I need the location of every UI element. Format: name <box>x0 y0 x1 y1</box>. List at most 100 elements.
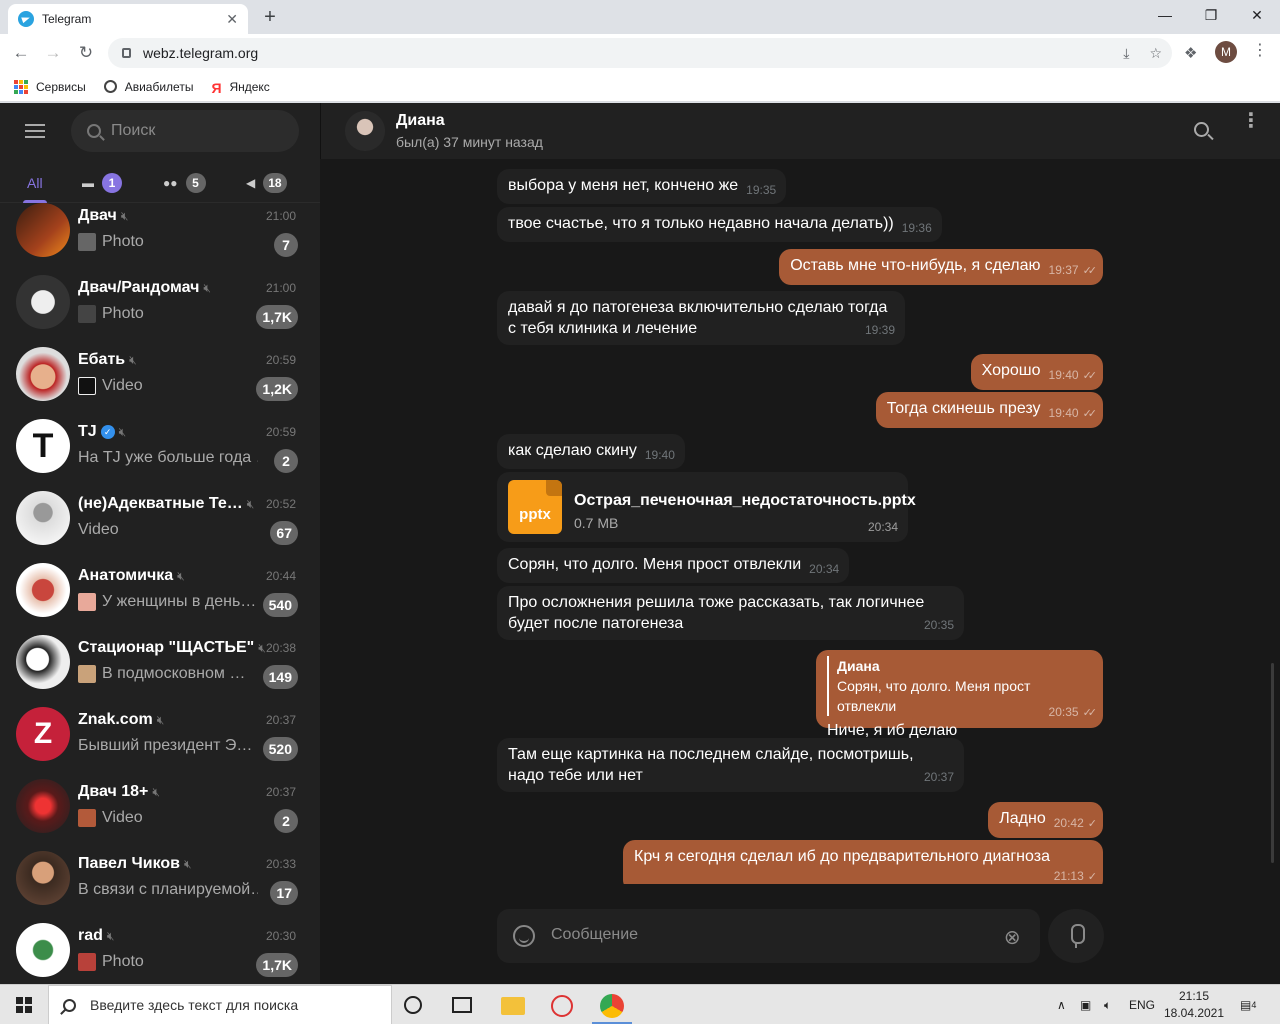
browser-tab[interactable]: Telegram ✕ <box>8 4 248 34</box>
reply-author: Диана <box>837 658 880 674</box>
chat-list-item[interactable]: T TJ ✓ 🔇︎ 20:59 На TJ уже больше года … 2 <box>0 409 320 481</box>
file-message[interactable]: pptx Острая_печеночная_недостаточность.p… <box>497 472 916 542</box>
message-incoming[interactable]: выбора у меня нет, кончено же 19:35 <box>497 169 787 204</box>
message-outgoing[interactable]: Оставь мне что-нибудь, я сделаю 19:37 ✓✓ <box>779 249 1103 285</box>
double-check-icon: ✓✓ <box>1082 370 1098 382</box>
message-outgoing[interactable]: Хорошо 19:40 ✓✓ <box>970 354 1103 390</box>
message-time: 21:13 <box>1053 869 1084 883</box>
chat-list-item[interactable]: Z Znak.com 🔇︎ 20:37 Бывший президент Э… 5… <box>0 697 320 769</box>
menu-hamburger-icon[interactable] <box>25 124 45 138</box>
new-tab-button[interactable]: + <box>258 6 282 30</box>
chat-list-item[interactable]: Анатомичка 🔇︎ 20:44 У женщины в день… 540 <box>0 553 320 625</box>
search-input[interactable]: Поиск <box>71 110 299 152</box>
avatar <box>16 923 70 977</box>
show-hidden-icons[interactable]: ∧ <box>1057 985 1066 1024</box>
chat-preview: У женщины в день… <box>78 593 258 611</box>
browser-menu-icon[interactable]: ⋮ <box>1252 40 1268 60</box>
attach-paperclip-icon[interactable]: ⊕ <box>998 923 1028 953</box>
message-outgoing[interactable]: Тогда скинешь презу 19:40 ✓✓ <box>875 392 1103 428</box>
back-button[interactable]: ← <box>8 40 34 66</box>
chat-time: 20:59 <box>265 353 296 367</box>
reload-button[interactable]: ↻ <box>73 40 99 66</box>
more-options-icon[interactable]: ⋮ <box>1241 111 1261 131</box>
message-input[interactable]: Сообщение <box>551 926 638 944</box>
message-incoming[interactable]: Там еще картинка на последнем слайде, по… <box>497 738 964 792</box>
forward-button[interactable]: → <box>40 40 66 66</box>
message-outgoing[interactable]: Ладно 20:42 ✓ <box>988 802 1103 838</box>
tab-personal[interactable]: ▬ 1 <box>82 163 122 203</box>
message-incoming[interactable]: как сделаю скину 19:40 <box>497 434 685 469</box>
close-window-button[interactable]: ✕ <box>1234 0 1280 30</box>
windows-start-icon[interactable] <box>16 997 32 1013</box>
tab-close-button[interactable]: ✕ <box>226 11 238 28</box>
chat-preview: Photo <box>78 953 258 971</box>
avatar[interactable] <box>345 111 385 151</box>
install-app-icon[interactable]: ⤓ <box>1123 45 1129 62</box>
chat-title: Анатомичка 🔇︎ <box>78 567 185 585</box>
message-incoming[interactable]: Сорян, что долго. Меня прост отвлекли 20:… <box>497 548 850 583</box>
chat-list-item[interactable]: Ебать 🔇︎ 20:59 Video 1,2K <box>0 337 320 409</box>
unread-badge: 520 <box>262 737 298 761</box>
chat-name: TJ <box>78 423 97 440</box>
muted-icon: 🔇︎ <box>258 641 266 655</box>
message-incoming[interactable]: твое счастье, что я только недавно начал… <box>497 207 942 242</box>
double-check-icon: ✓✓ <box>1082 265 1098 277</box>
tab-all[interactable]: All <box>23 163 47 203</box>
chat-list-item[interactable]: Павел Чиков 🔇︎ 20:33 В связи с планируемо… <box>0 841 320 913</box>
url-text: webz.telegram.org <box>143 45 259 61</box>
muted-icon: 🔇︎ <box>129 353 137 367</box>
chat-name: Двач/Рандомач <box>78 279 200 296</box>
chat-list-item[interactable]: rad 🔇︎ 20:30 Photo 1,7K <box>0 913 320 984</box>
message-incoming[interactable]: Про осложнения решила тоже рассказать, т… <box>497 586 964 640</box>
taskbar-clock[interactable]: 21:15 18.04.2021 <box>1162 988 1226 1022</box>
muted-icon: 🔇︎ <box>106 929 115 943</box>
chat-list-item[interactable]: Двач 18+ 🔇︎ 20:37 Video 2 <box>0 769 320 841</box>
media-thumbnail <box>78 665 96 683</box>
extensions-puzzle-icon[interactable]: ❖ <box>1184 44 1197 62</box>
chat-list-item[interactable]: (не)Адекватные Те… 🔇︎ 20:52 Video 67 <box>0 481 320 553</box>
file-size: 0.7 MB <box>574 515 619 531</box>
bookmark-flights[interactable]: Авиабилеты <box>103 80 193 94</box>
emoji-icon[interactable] <box>513 925 535 947</box>
task-view-icon[interactable] <box>452 997 472 1013</box>
tab-channels[interactable]: ◀ 18 <box>246 163 287 203</box>
file-explorer-icon[interactable] <box>501 997 525 1015</box>
preview-text: В связи с планируемой… <box>78 881 258 898</box>
message-time: 20:42 <box>1053 816 1084 830</box>
chat-list-item[interactable]: Двач 🔇︎ 21:00 Photo 7 <box>0 203 320 265</box>
preview-text: Photo <box>102 305 144 322</box>
chat-preview: Photo <box>78 305 258 323</box>
minimize-window-button[interactable]: — <box>1142 0 1188 30</box>
message-outgoing[interactable]: Крч я сегодня сделал иб до предварительн… <box>623 840 1103 884</box>
chat-list-item[interactable]: Стационар "ЩАСТЬЕ" 🔇︎ 20:38 В подмосковно… <box>0 625 320 697</box>
message-text: как сделаю скину <box>508 442 637 459</box>
message-outgoing[interactable]: Диана Сорян, что долго. Меня прост отвле… <box>816 650 1103 739</box>
bookmark-services[interactable]: Сервисы <box>14 79 86 94</box>
notifications-icon[interactable]: ▤ 4 <box>1240 985 1256 1024</box>
taskbar-search-input[interactable]: Введите здесь текст для поиска <box>48 985 392 1024</box>
language-indicator[interactable]: ENG <box>1129 985 1155 1024</box>
bookmark-label: Сервисы <box>36 79 86 94</box>
messages-scrollbar[interactable] <box>1271 663 1274 863</box>
avatar: T <box>16 419 70 473</box>
bookmark-star-icon[interactable]: ☆ <box>1149 45 1162 62</box>
avatar <box>16 779 70 833</box>
muted-icon: 🔇︎ <box>177 569 185 583</box>
profile-avatar[interactable]: M <box>1215 41 1237 63</box>
speaker-icon[interactable]: 🔈︎ <box>1104 985 1111 1024</box>
address-bar[interactable]: webz.telegram.org ⤓ ☆ <box>108 38 1172 68</box>
chrome-icon[interactable] <box>600 994 624 1018</box>
chat-list-item[interactable]: Двач/Рандомач 🔇︎ 21:00 Photo 1,7K <box>0 265 320 337</box>
cortana-icon[interactable] <box>404 996 422 1014</box>
message-incoming[interactable]: давай я до патогенеза включительно сдела… <box>497 291 905 345</box>
app-icon[interactable] <box>551 995 573 1017</box>
search-icon[interactable] <box>1194 122 1209 137</box>
message-composer[interactable]: Сообщение ⊕ <box>497 909 1040 963</box>
restore-window-button[interactable]: ❐ <box>1188 0 1234 30</box>
pptx-file-icon[interactable]: pptx <box>508 480 562 534</box>
chat-header[interactable]: Диана был(а) 37 минут назад ⋮ <box>320 103 1280 159</box>
bookmark-yandex[interactable]: Я Яндекс <box>211 80 269 96</box>
voice-record-button[interactable] <box>1048 909 1104 963</box>
tab-groups[interactable]: ●● 5 <box>163 163 206 203</box>
people-icon[interactable]: ▣ <box>1080 985 1091 1024</box>
